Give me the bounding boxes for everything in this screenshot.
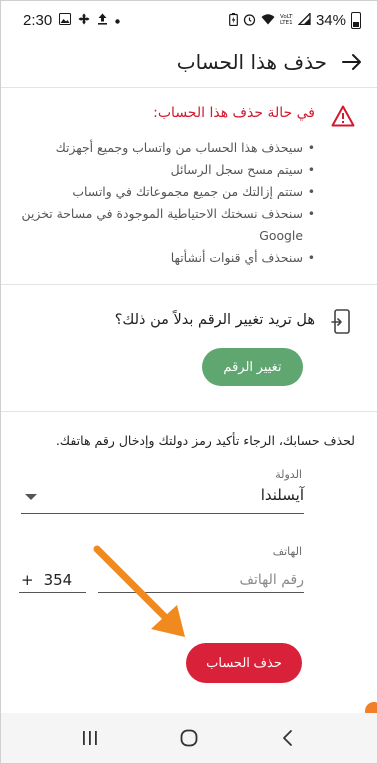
battery-icon (351, 11, 361, 29)
warning-item: سنحذف أي قنوات أنشأتها (15, 247, 315, 269)
dot-icon (115, 14, 120, 26)
status-bar: 2:30 VoLTELTE1 (1, 1, 377, 39)
divider (1, 87, 377, 88)
recents-icon[interactable] (70, 723, 110, 753)
nav-bar (1, 713, 377, 763)
volte-icon: VoLTELTE1 (280, 13, 296, 27)
tutorial-arrow-icon (93, 545, 185, 637)
country-code-plus: + (21, 570, 34, 589)
country-label: الدولة (275, 468, 302, 481)
warning-list: سيحذف هذا الحساب من واتساب وجميع أجهزتك … (15, 137, 315, 269)
delete-account-button[interactable]: حذف الحساب (186, 643, 302, 683)
svg-text:LTE1: LTE1 (280, 20, 293, 25)
phone-transfer-icon (331, 309, 351, 335)
app-bar: حذف هذا الحساب (1, 41, 377, 83)
back-chevron-icon[interactable] (268, 723, 308, 753)
battery-percent: 34% (315, 11, 346, 29)
signal-icon (297, 11, 311, 27)
delete-form-intro: لحذف حسابك، الرجاء تأكيد رمز دولتك وإدخا… (55, 433, 355, 448)
chevron-down-icon (25, 494, 37, 500)
home-icon[interactable] (169, 723, 209, 753)
alarm-icon (243, 13, 256, 28)
upload-icon (97, 13, 108, 27)
status-bar-right: VoLTELTE1 34% (229, 11, 361, 29)
page-title: حذف هذا الحساب (176, 50, 327, 74)
warning-item: سيتم مسح سجل الرسائل (15, 159, 315, 181)
wifi-icon (261, 13, 275, 27)
warning-heading: في حالة حذف هذا الحساب: (153, 105, 315, 121)
warning-item: سيحذف هذا الحساب من واتساب وجميع أجهزتك (15, 137, 315, 159)
country-code-field[interactable]: + 354 (19, 567, 86, 593)
warning-triangle-icon (331, 105, 355, 127)
warning-item: سنحذف نسختك الاحتياطية الموجودة في مساحة… (15, 203, 315, 247)
country-value: آيسلندا (260, 486, 304, 504)
battery-saver-icon (229, 12, 238, 28)
status-bar-left: 2:30 (23, 12, 120, 29)
phone-number-input[interactable] (98, 567, 304, 593)
gallery-icon (59, 13, 72, 27)
fan-icon (78, 13, 90, 27)
arrow-right-icon[interactable] (341, 51, 363, 73)
screen: 2:30 VoLTELTE1 (0, 0, 378, 764)
divider (1, 411, 377, 412)
warning-item: ستتم إزالتك من جميع مجموعاتك في واتساب (15, 181, 315, 203)
divider (1, 284, 377, 285)
country-code-value: 354 (43, 570, 73, 589)
status-time: 2:30 (23, 11, 53, 29)
phone-label: الهاتف (272, 545, 302, 558)
change-number-button[interactable]: تغيير الرقم (202, 348, 303, 386)
change-number-question: هل تريد تغيير الرقم بدلاً من ذلك؟ (114, 312, 315, 328)
country-select[interactable]: آيسلندا (21, 484, 304, 514)
